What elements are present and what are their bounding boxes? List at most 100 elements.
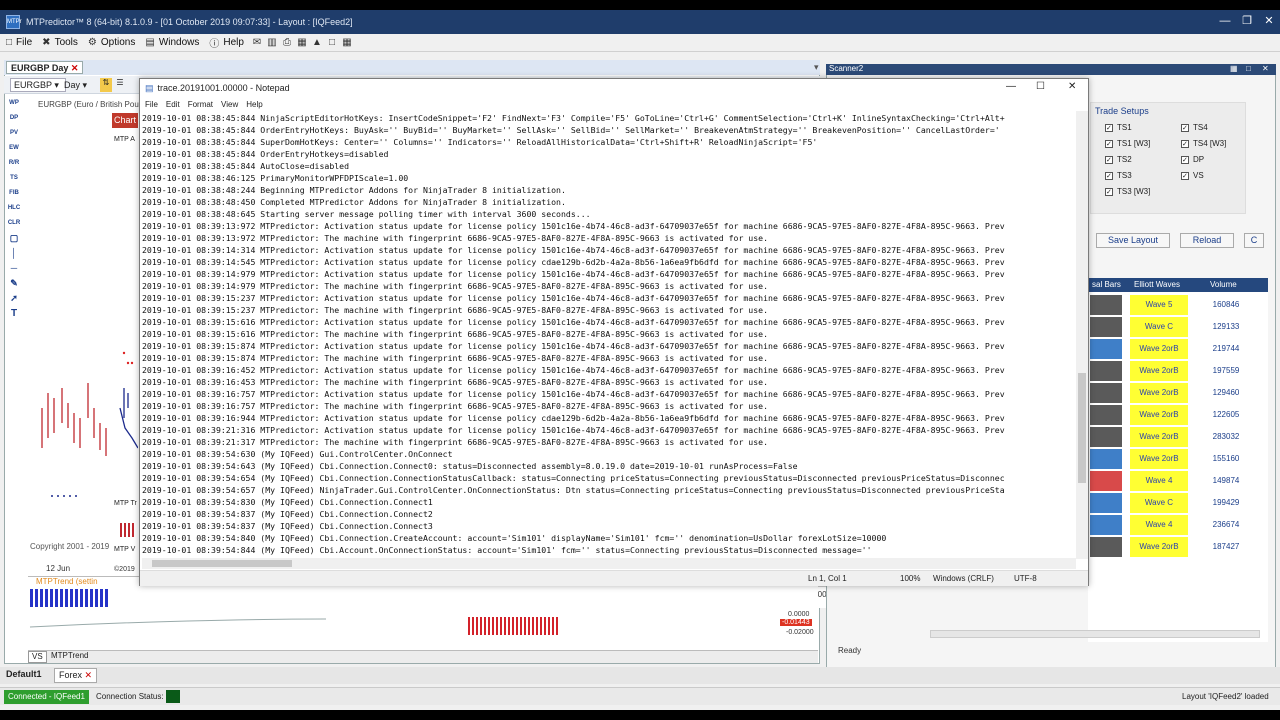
extra-button[interactable]: C (1244, 233, 1264, 248)
log-line: 2019-10-01 08:39:13:972 MTPredictor: The… (142, 233, 769, 243)
notepad-hscroll-thumb[interactable] (152, 560, 292, 567)
tool-fib[interactable]: FIB (6, 186, 22, 201)
line-tool-icon[interactable]: │ (6, 246, 22, 261)
ray-tool-icon[interactable]: ➚ (6, 291, 22, 306)
chart-icon[interactable]: ▥ (266, 37, 278, 49)
tab-mtptrend[interactable]: MTPTrend (48, 651, 92, 663)
log-line: 2019-10-01 08:39:16:757 MTPredictor: Act… (142, 389, 1005, 399)
notepad-menu-format[interactable]: Format (188, 100, 213, 109)
log-line: 2019-10-01 08:39:14:314 MTPredictor: Act… (142, 245, 1005, 255)
interval-selector[interactable]: Day ▾ (64, 78, 98, 92)
notepad-menu-edit[interactable]: Edit (166, 100, 180, 109)
table-row[interactable]: Wave 2orB 283032 (1088, 426, 1268, 448)
wave-cell: Wave 2orB (1130, 537, 1188, 557)
save-layout-button[interactable]: Save Layout (1096, 233, 1170, 248)
table-row[interactable]: Wave 5 160846 (1088, 294, 1268, 316)
chart-dropdown-icon[interactable]: ▾ (810, 61, 823, 74)
tab-forex[interactable]: Forex ✕ (54, 668, 98, 683)
table-row[interactable]: Wave 2orB 219744 (1088, 338, 1268, 360)
grid-icon[interactable]: ▦ (296, 37, 308, 49)
menu-windows[interactable]: ▤ Windows (145, 37, 199, 48)
table-row[interactable]: Wave 2orB 122605 (1088, 404, 1268, 426)
notepad-menu-view[interactable]: View (221, 100, 238, 109)
setup-checkbox[interactable]: ✓ TS3 [W3] (1105, 187, 1150, 196)
menu-help[interactable]: ⓘ Help (209, 35, 244, 50)
notepad-text-area[interactable]: 2019-10-01 08:38:45:844 NinjaScriptEdito… (142, 112, 1076, 558)
tool-ts[interactable]: TS (6, 171, 22, 186)
notepad-menu-file[interactable]: File (145, 100, 158, 109)
instrument-selector[interactable]: EURGBP ▾ (10, 78, 66, 92)
menu-options[interactable]: ⚙ Options (88, 37, 135, 48)
reload-button[interactable]: Reload (1180, 233, 1234, 248)
table-row[interactable]: Wave 2orB 129460 (1088, 382, 1268, 404)
table-row[interactable]: Wave 4 149874 (1088, 470, 1268, 492)
tool-dp[interactable]: DP (6, 111, 22, 126)
close-tab-icon[interactable]: ✕ (71, 63, 79, 73)
close-icon[interactable]: ✕ (1258, 10, 1280, 34)
text-tool-icon[interactable]: T (6, 306, 22, 321)
indicator-panel[interactable]: MTPTrend (settin -0.01443 -0.02000 0.000… (28, 576, 818, 654)
notepad-close-icon[interactable]: ✕ (1068, 81, 1076, 92)
setup-checkbox[interactable]: ✓ TS4 (1181, 123, 1208, 132)
bus-icon[interactable]: □ (326, 37, 338, 49)
rectangle-tool-icon[interactable]: ▢ (6, 231, 22, 246)
tab-eurgbp-day[interactable]: EURGBP Day ✕ (6, 61, 84, 74)
table-row[interactable]: Wave C 129133 (1088, 316, 1268, 338)
tool-clr[interactable]: CLR (6, 216, 22, 231)
scanner-hscroll[interactable] (930, 630, 1260, 638)
minimize-icon[interactable]: — (1214, 10, 1236, 34)
scanner-rows: Wave 5 160846 Wave C 129133 Wave 2orB 219744 W… (1088, 294, 1268, 564)
year-label: ©2019 (114, 566, 135, 573)
col-volume[interactable]: Volume (1210, 280, 1237, 289)
setup-checkbox[interactable]: ✓ TS1 [W3] (1105, 139, 1150, 148)
menu-file[interactable]: □ File (6, 37, 32, 48)
tab-forex-close-icon[interactable]: ✕ (85, 670, 93, 680)
printer-icon[interactable]: ⎙ (281, 37, 293, 49)
notepad-minimize-icon[interactable]: — (1006, 81, 1016, 92)
price-panel[interactable]: EURGBP (Euro / British Pou Chart MTP A M… (28, 98, 139, 568)
restore-icon[interactable]: ❐ (1236, 10, 1258, 34)
tool-ew[interactable]: EW (6, 141, 22, 156)
setup-checkbox[interactable]: ✓ DP (1181, 155, 1204, 164)
table-row[interactable]: Wave 4 236674 (1088, 514, 1268, 536)
notepad-vertical-scrollbar[interactable] (1076, 111, 1088, 559)
tool-wp[interactable]: WP (6, 96, 22, 111)
setup-label: VS (1193, 171, 1204, 180)
tool-hlc[interactable]: HLC (6, 201, 22, 216)
table-row[interactable]: Wave 2orB 187427 (1088, 536, 1268, 558)
setup-checkbox[interactable]: ✓ VS (1181, 171, 1204, 180)
table-row[interactable]: Wave 2orB 197559 (1088, 360, 1268, 382)
notepad-maximize-icon[interactable]: ☐ (1036, 81, 1045, 92)
tool-pv[interactable]: PV (6, 126, 22, 141)
table-row[interactable]: Wave C 199429 (1088, 492, 1268, 514)
hline-tool-icon[interactable]: ─ (6, 261, 22, 276)
table-row[interactable]: Wave 2orB 155160 (1088, 448, 1268, 470)
scanner-pin-icon[interactable]: ▦ (1230, 64, 1238, 73)
message-icon[interactable]: ✉ (251, 37, 263, 49)
calculator-icon[interactable]: ▦ (341, 37, 353, 49)
setup-checkbox[interactable]: ✓ TS1 (1105, 123, 1132, 132)
col-elliott-waves[interactable]: Elliott Waves (1134, 280, 1180, 289)
pen-tool-icon[interactable]: ✎ (6, 276, 22, 291)
notepad-vscroll-thumb[interactable] (1078, 373, 1086, 483)
menu-tools[interactable]: ✖ Tools (42, 37, 78, 48)
tool-rr[interactable]: R/R (6, 156, 22, 171)
tab-vs[interactable]: VS (28, 651, 47, 663)
bar-cell (1090, 361, 1122, 381)
log-line: 2019-10-01 08:39:15:237 MTPredictor: Act… (142, 293, 1005, 303)
notepad-menu-help[interactable]: Help (246, 100, 262, 109)
scale-icon[interactable]: ☰ (114, 78, 126, 92)
log-line: 2019-10-01 08:39:16:944 MTPredictor: Act… (142, 413, 1005, 423)
setup-checkbox[interactable]: ✓ TS4 [W3] (1181, 139, 1226, 148)
setup-checkbox[interactable]: ✓ TS3 (1105, 171, 1132, 180)
scanner-close-icon[interactable]: ✕ (1262, 64, 1269, 73)
col-bars[interactable]: sal Bars (1092, 280, 1121, 289)
setup-checkbox[interactable]: ✓ TS2 (1105, 155, 1132, 164)
bar-type-icon[interactable]: ⇅ (100, 78, 112, 92)
scanner-restore-icon[interactable]: □ (1246, 64, 1251, 73)
tab-default1[interactable]: Default1 (6, 669, 42, 679)
chart-panel-button[interactable]: Chart (112, 113, 138, 128)
notepad-horizontal-scrollbar[interactable] (142, 558, 1076, 569)
bank-icon[interactable]: ▲ (311, 37, 323, 49)
indicator-settings-link[interactable]: (settin (76, 577, 98, 586)
